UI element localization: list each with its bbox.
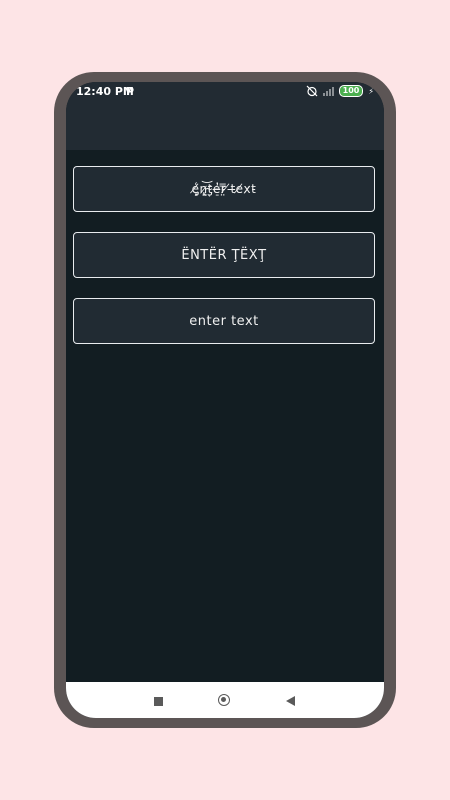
navigation-bar	[66, 682, 384, 718]
status-icons: 100 ⚡	[306, 85, 374, 97]
battery-icon: 100	[338, 85, 364, 97]
styled-text-box-zalgo[interactable]: e̸̡͓͑n̷̢͈͝t̴̡̖̒e̶̠̓r̵̤̿ ̸t̶e̸x̷t̵	[73, 166, 375, 212]
styled-text-small: enter text	[189, 313, 259, 329]
styled-text-zalgo: e̸̡͓͑n̷̢͈͝t̴̡̖̒e̶̠̓r̵̤̿ ̸t̶e̸x̷t̵	[191, 182, 257, 196]
status-bar: 12:40 PM P 100 ⚡	[66, 82, 384, 102]
styled-text-box-diacritic[interactable]: ËNTËR ŢËXŢ	[73, 232, 375, 278]
signal-icon	[322, 86, 334, 96]
app-bar	[66, 102, 384, 150]
alarm-off-icon	[306, 85, 318, 97]
home-icon[interactable]	[218, 694, 230, 706]
phone-screen: 12:40 PM P 100 ⚡ e̸̡͓͑n̷̢͈͝t̴̡̖̒e̶̠̓r̵̤̿…	[66, 82, 384, 718]
recent-apps-icon[interactable]	[154, 697, 163, 706]
styled-text-box-small[interactable]: enter text	[73, 298, 375, 344]
notification-p-icon: P	[126, 85, 135, 98]
charging-icon: ⚡	[368, 86, 374, 96]
phone-frame: 12:40 PM P 100 ⚡ e̸̡͓͑n̷̢͈͝t̴̡̖̒e̶̠̓r̵̤̿…	[54, 72, 396, 728]
styled-text-diacritic: ËNTËR ŢËXŢ	[181, 247, 267, 263]
back-icon[interactable]	[286, 696, 295, 706]
